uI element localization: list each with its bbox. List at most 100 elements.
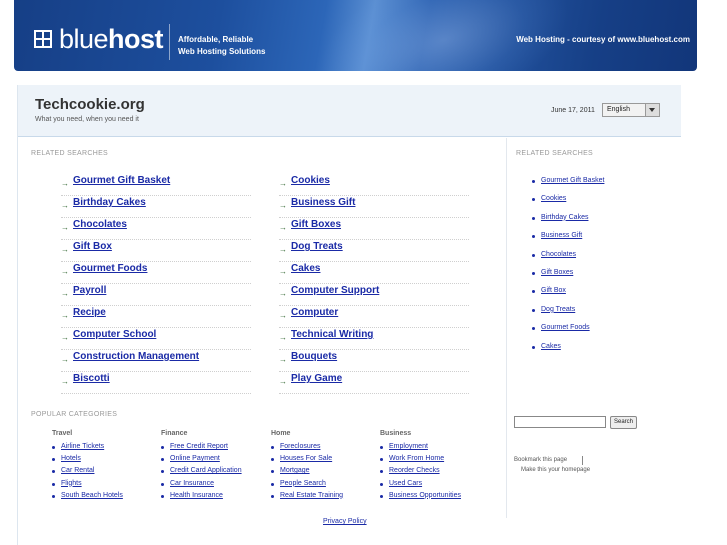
category-link[interactable]: Health Insurance [170, 492, 223, 499]
sidebar-related-link[interactable]: Cookies [541, 195, 566, 202]
related-search-item[interactable]: → Business Gift [279, 195, 469, 218]
category-link[interactable]: Car Insurance [170, 480, 214, 487]
related-search-item[interactable]: → Play Game [279, 371, 469, 394]
bullet-icon [380, 446, 383, 449]
content-panel: Techcookie.org What you need, when you n… [17, 85, 681, 545]
related-search-link[interactable]: Recipe [73, 307, 106, 318]
column-divider [506, 138, 507, 518]
arrow-right-icon: → [279, 333, 287, 342]
bullet-icon [380, 494, 383, 498]
sidebar-related-link[interactable]: Birthday Cakes [541, 214, 588, 221]
related-search-item[interactable]: → Bouquets [279, 349, 469, 372]
arrow-right-icon: → [61, 179, 69, 188]
category-link[interactable]: Free Credit Report [170, 443, 228, 450]
related-search-link[interactable]: Technical Writing [291, 329, 373, 340]
related-search-link[interactable]: Construction Management [73, 351, 199, 362]
category-link[interactable]: Car Rental [61, 467, 94, 474]
related-search-item[interactable]: → Computer School [61, 327, 251, 350]
related-search-link[interactable]: Chocolates [73, 219, 127, 230]
category-link[interactable]: Used Cars [389, 480, 422, 487]
category-link[interactable]: Foreclosures [280, 443, 320, 450]
related-search-link[interactable]: Bouquets [291, 351, 337, 362]
related-search-link[interactable]: Computer [291, 307, 338, 318]
tagline-line-2: Web Hosting Solutions [178, 47, 266, 56]
related-search-link[interactable]: Computer School [73, 329, 156, 340]
search-input[interactable] [514, 416, 606, 428]
category-link[interactable]: Flights [61, 480, 82, 487]
chevron-down-icon[interactable] [645, 104, 659, 116]
related-search-link[interactable]: Payroll [73, 285, 106, 296]
related-search-link[interactable]: Cakes [291, 263, 320, 274]
bullet-icon [161, 494, 164, 498]
bullet-icon [271, 470, 274, 474]
related-search-link[interactable]: Gift Boxes [291, 219, 341, 230]
related-search-link[interactable]: Business Gift [291, 197, 355, 208]
arrow-right-icon: → [61, 355, 69, 364]
sidebar-related-link[interactable]: Chocolates [541, 251, 576, 258]
related-search-link[interactable]: Birthday Cakes [73, 197, 146, 208]
category-heading: Travel [52, 430, 73, 437]
category-link[interactable]: Hotels [61, 455, 81, 462]
popular-categories-label: POPULAR CATEGORIES [31, 411, 118, 418]
related-search-link[interactable]: Biscotti [73, 373, 110, 384]
category-link[interactable]: South Beach Hotels [61, 492, 123, 499]
related-search-link[interactable]: Gourmet Gift Basket [73, 175, 170, 186]
related-search-item[interactable]: → Construction Management [61, 349, 251, 372]
related-search-item[interactable]: → Gift Boxes [279, 217, 469, 240]
related-search-item[interactable]: → Technical Writing [279, 327, 469, 350]
language-select[interactable]: English [602, 103, 660, 117]
category-link[interactable]: Real Estate Training [280, 492, 343, 499]
bullet-icon [271, 494, 274, 498]
search-button[interactable]: Search [610, 416, 638, 429]
related-search-item[interactable]: → Payroll [61, 283, 251, 306]
related-search-link[interactable]: Gift Box [73, 241, 112, 252]
arrow-right-icon: → [279, 245, 287, 254]
category-link[interactable]: Business Opportunities [389, 492, 461, 499]
category-link[interactable]: Employment [389, 443, 428, 450]
category-link[interactable]: Work From Home [389, 455, 444, 462]
related-search-item[interactable]: → Chocolates [61, 217, 251, 240]
related-search-item[interactable]: → Birthday Cakes [61, 195, 251, 218]
sidebar-related-link[interactable]: Dog Treats [541, 306, 575, 313]
privacy-policy-link[interactable]: Privacy Policy [323, 518, 367, 525]
sidebar-related-link[interactable]: Gift Boxes [541, 269, 573, 276]
category-link[interactable]: Reorder Checks [389, 467, 440, 474]
related-search-link[interactable]: Dog Treats [291, 241, 343, 252]
courtesy-text[interactable]: Web Hosting - courtesy of www.bluehost.c… [516, 35, 690, 44]
sidebar-related-link[interactable]: Gift Box [541, 287, 566, 294]
category-link[interactable]: Credit Card Application [170, 467, 242, 474]
category-link[interactable]: Mortgage [280, 467, 310, 474]
category-link[interactable]: People Search [280, 480, 326, 487]
related-search-item[interactable]: → Gourmet Foods [61, 261, 251, 284]
sidebar-related-link[interactable]: Gourmet Foods [541, 324, 590, 331]
related-search-link[interactable]: Cookies [291, 175, 330, 186]
bluehost-banner[interactable]: bluehost Affordable, Reliable Web Hostin… [14, 0, 697, 71]
category-link[interactable]: Airline Tickets [61, 443, 104, 450]
bluehost-grid-icon [34, 30, 52, 48]
bullet-icon [532, 253, 535, 257]
sidebar-related-link[interactable]: Business Gift [541, 232, 582, 239]
arrow-right-icon: → [61, 223, 69, 232]
sidebar-related-link[interactable]: Gourmet Gift Basket [541, 177, 604, 184]
category-heading: Business [380, 430, 412, 437]
related-search-item[interactable]: → Biscotti [61, 371, 251, 394]
sidebar-related-link[interactable]: Cakes [541, 343, 561, 350]
bookmark-link[interactable]: Bookmark this page [514, 457, 567, 463]
arrow-right-icon: → [279, 267, 287, 276]
related-search-link[interactable]: Gourmet Foods [73, 263, 147, 274]
category-link[interactable]: Houses For Sale [280, 455, 332, 462]
homepage-link[interactable]: Make this your homepage [521, 467, 590, 473]
related-search-item[interactable]: → Dog Treats [279, 239, 469, 262]
related-search-item[interactable]: → Computer Support [279, 283, 469, 306]
category-link[interactable]: Online Payment [170, 455, 220, 462]
related-search-item[interactable]: → Cookies [279, 173, 469, 196]
related-search-item[interactable]: → Gourmet Gift Basket [61, 173, 251, 196]
related-search-item[interactable]: → Recipe [61, 305, 251, 328]
related-search-item[interactable]: → Computer [279, 305, 469, 328]
site-header: Techcookie.org What you need, when you n… [18, 85, 681, 137]
bluehost-logo[interactable]: bluehost [59, 23, 164, 55]
related-search-item[interactable]: → Cakes [279, 261, 469, 284]
related-search-link[interactable]: Play Game [291, 373, 342, 384]
related-search-item[interactable]: → Gift Box [61, 239, 251, 262]
related-search-link[interactable]: Computer Support [291, 285, 379, 296]
